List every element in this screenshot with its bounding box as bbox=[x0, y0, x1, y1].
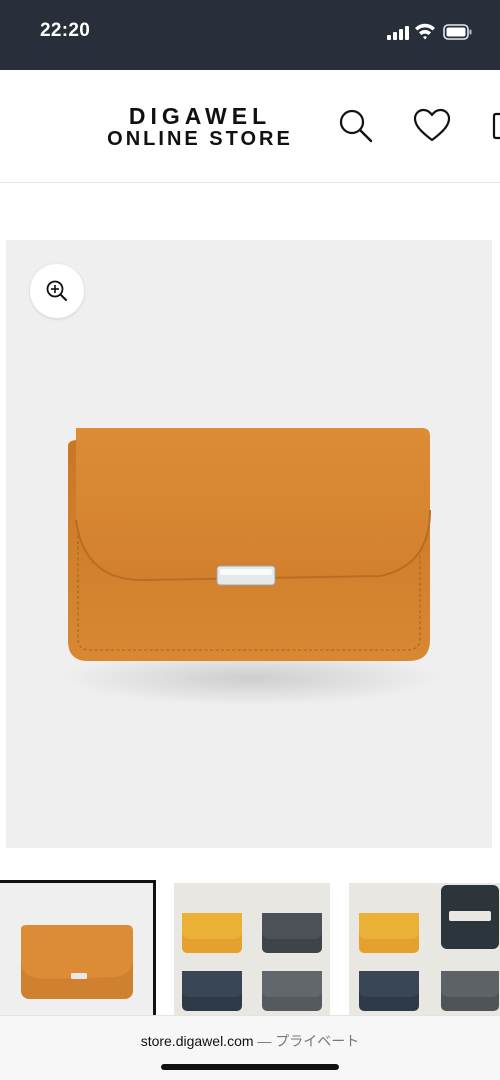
thumbnail-open-view[interactable] bbox=[349, 883, 500, 1015]
battery-icon bbox=[443, 24, 473, 40]
product-main-image[interactable] bbox=[6, 240, 492, 848]
browser-url-bar[interactable]: store.digawel.com — プライベート bbox=[0, 1015, 500, 1080]
status-bar: 22:20 bbox=[0, 0, 500, 70]
thumbnail-selected[interactable] bbox=[0, 880, 156, 1015]
zoom-button[interactable] bbox=[30, 264, 84, 318]
logo-line-2: ONLINE STORE bbox=[107, 128, 293, 150]
url-separator: — bbox=[257, 1033, 272, 1049]
signal-icon bbox=[387, 24, 409, 40]
zoom-in-icon bbox=[46, 280, 67, 301]
status-time: 22:20 bbox=[40, 20, 91, 41]
heart-icon[interactable] bbox=[412, 106, 452, 146]
url-host: store.digawel.com bbox=[140, 1033, 254, 1049]
card-case-illustration bbox=[61, 428, 441, 706]
thumbnail-variants[interactable] bbox=[174, 883, 330, 1015]
store-logo[interactable]: DIGAWEL ONLINE STORE bbox=[90, 104, 310, 150]
thumbnail-strip bbox=[0, 880, 500, 1015]
site-header: DIGAWEL ONLINE STORE bbox=[0, 70, 500, 183]
cart-icon[interactable] bbox=[490, 106, 500, 146]
logo-line-1: DIGAWEL bbox=[128, 103, 272, 129]
private-mode-label: プライベート bbox=[275, 1033, 360, 1049]
wifi-icon bbox=[414, 22, 436, 40]
search-icon[interactable] bbox=[336, 106, 376, 146]
url-text: store.digawel.com — プライベート bbox=[0, 1031, 500, 1051]
home-indicator[interactable] bbox=[161, 1064, 339, 1070]
